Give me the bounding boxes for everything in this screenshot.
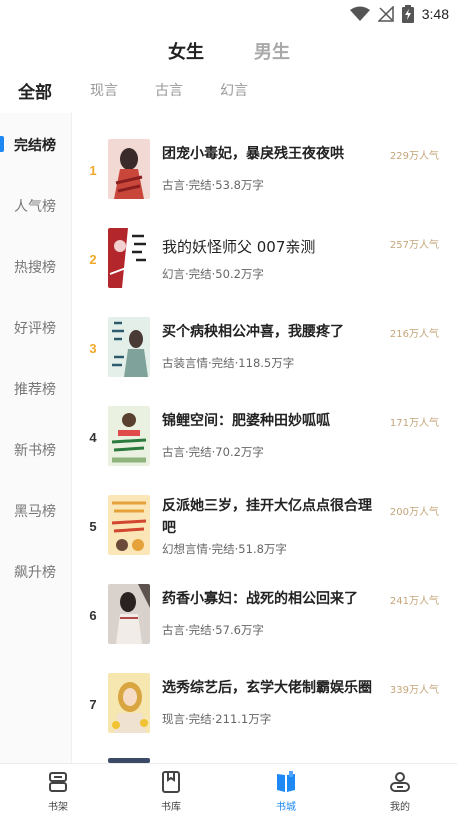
popularity-count: 257万人气: [389, 240, 439, 251]
popularity-count: 339万人气: [389, 685, 439, 696]
book-cover[interactable]: [108, 139, 150, 199]
nav-profile[interactable]: 我的: [360, 770, 440, 814]
book-cover[interactable]: [108, 495, 150, 555]
list-item[interactable]: 5 反派她三岁，挂开大亿点点很合理吧 幻想言情·完结·51.8万字 200万人气: [72, 495, 457, 584]
list-item[interactable]: 1 团宠小毒妃，暴戾残王夜夜哄 古言·完结·53.8万字 229万人气: [72, 139, 457, 228]
popularity-count: 216万人气: [389, 329, 439, 340]
status-bar: 3:48: [0, 0, 457, 28]
rank-number: 1: [89, 163, 97, 178]
tab-modern-romance[interactable]: 现言: [90, 80, 118, 100]
sidebar-item-completed[interactable]: 完结榜: [0, 129, 72, 159]
nav-library[interactable]: 书库: [131, 770, 211, 814]
nav-label: 书城: [276, 802, 296, 813]
sidebar-item-label: 新书榜: [14, 443, 56, 459]
tab-fantasy-romance[interactable]: 幻言: [220, 80, 248, 100]
list-item[interactable]: 6 药香小寡妇：战死的相公回来了 古言·完结·57.6万字 241万人气: [72, 584, 457, 673]
book-title: 团宠小毒妃，暴戾残王夜夜哄: [162, 146, 344, 162]
rank-number: 4: [89, 430, 97, 445]
book-title: 我的妖怪师父 007亲测: [162, 238, 316, 256]
book-title: 选秀综艺后，玄学大佬制霸娱乐圈: [162, 680, 372, 696]
book-meta: 幻想言情·完结·51.8万字: [162, 542, 287, 556]
book-cover[interactable]: [108, 317, 150, 377]
book-meta: 现言·完结·211.1万字: [162, 712, 272, 726]
sidebar-item-new-books[interactable]: 新书榜: [0, 434, 72, 464]
rank-number: 2: [89, 252, 97, 267]
bookstore-icon: [277, 771, 295, 792]
list-item[interactable]: 3 买个病秧相公冲喜，我腰疼了 古装言情·完结·118.5万字 216万人气: [72, 317, 457, 406]
book-meta: 幻言·完结·50.2万字: [162, 267, 264, 281]
tab-female[interactable]: 女生: [168, 38, 204, 64]
tab-male[interactable]: 男生: [254, 38, 290, 64]
book-title: 买个病秧相公冲喜，我腰疼了: [162, 324, 344, 340]
sidebar-item-top-rated[interactable]: 好评榜: [0, 312, 72, 342]
book-meta: 古言·完结·57.6万字: [162, 623, 264, 637]
sidebar-item-label: 人气榜: [14, 199, 56, 215]
tab-all[interactable]: 全部: [18, 78, 52, 103]
status-icons: 3:48: [349, 4, 449, 24]
book-cover[interactable]: [108, 406, 150, 466]
sidebar-item-hot-search[interactable]: 热搜榜: [0, 251, 72, 281]
sidebar-item-label: 黑马榜: [14, 504, 56, 520]
nav-label: 书架: [48, 802, 68, 813]
battery-charging-icon: [401, 5, 414, 23]
gender-tabs: 女生 男生: [0, 38, 457, 66]
rank-number: 6: [89, 608, 97, 623]
category-tabs: 全部 现言 古言 幻言: [0, 78, 457, 106]
sidebar-item-rising[interactable]: 飙升榜: [0, 556, 72, 586]
nav-label: 书库: [161, 802, 181, 813]
status-time: 3:48: [421, 6, 449, 22]
book-list: 1 团宠小毒妃，暴戾残王夜夜哄 古言·完结·53.8万字 229万人气 2 我的…: [72, 113, 457, 763]
list-item[interactable]: 4 锦鲤空间：肥婆种田妙呱呱 古言·完结·70.2万字 171万人气: [72, 406, 457, 495]
tab-ancient-romance[interactable]: 古言: [155, 80, 183, 100]
sidebar-item-label: 推荐榜: [14, 382, 56, 398]
book-cover[interactable]: [108, 584, 150, 644]
list-item[interactable]: 2 我的妖怪师父 007亲测 幻言·完结·50.2万字 257万人气: [72, 228, 457, 317]
list-item[interactable]: 7 选秀综艺后，玄学大佬制霸娱乐圈 现言·完结·211.1万字 339万人气: [72, 673, 457, 762]
rank-number: 5: [89, 519, 97, 534]
nav-label: 我的: [390, 802, 410, 813]
book-meta: 古言·完结·70.2万字: [162, 445, 264, 459]
popularity-count: 200万人气: [389, 507, 439, 518]
popularity-count: 171万人气: [389, 418, 439, 429]
sidebar-item-label: 完结榜: [14, 138, 56, 154]
sidebar-item-label: 好评榜: [14, 321, 56, 337]
book-meta: 古言·完结·53.8万字: [162, 178, 264, 192]
book-title: 锦鲤空间：肥婆种田妙呱呱: [162, 413, 330, 429]
sidebar-item-dark-horse[interactable]: 黑马榜: [0, 495, 72, 525]
book-meta: 古装言情·完结·118.5万字: [162, 356, 295, 370]
popularity-count: 229万人气: [389, 151, 439, 162]
sidebar-item-popular[interactable]: 人气榜: [0, 190, 72, 220]
rank-number: 7: [89, 697, 97, 712]
bookshelf-icon: [49, 772, 67, 792]
popularity-count: 241万人气: [389, 596, 439, 607]
sidebar-item-recommended[interactable]: 推荐榜: [0, 373, 72, 403]
user-icon: [390, 772, 410, 792]
ranking-sidebar: 完结榜 人气榜 热搜榜 好评榜 推荐榜 新书榜 黑马榜 飙升榜: [0, 113, 72, 763]
book-cover[interactable]: [108, 228, 150, 288]
wifi-icon: [349, 6, 370, 21]
sidebar-item-label: 热搜榜: [14, 260, 56, 276]
sidebar-item-label: 飙升榜: [14, 565, 56, 581]
bottom-nav: 书架 书库 书城 我的: [0, 763, 457, 814]
book-title: 药香小寡妇：战死的相公回来了: [162, 591, 358, 607]
book-icon: [162, 771, 180, 793]
book-title: 反派她三岁，挂开大亿点点很合理吧: [162, 498, 372, 536]
book-cover[interactable]: [108, 673, 150, 733]
rank-number: 3: [89, 341, 97, 356]
nav-bookshelf[interactable]: 书架: [18, 770, 98, 814]
no-signal-icon: [377, 6, 394, 22]
active-indicator: [0, 136, 4, 152]
nav-bookstore[interactable]: 书城: [246, 770, 326, 814]
